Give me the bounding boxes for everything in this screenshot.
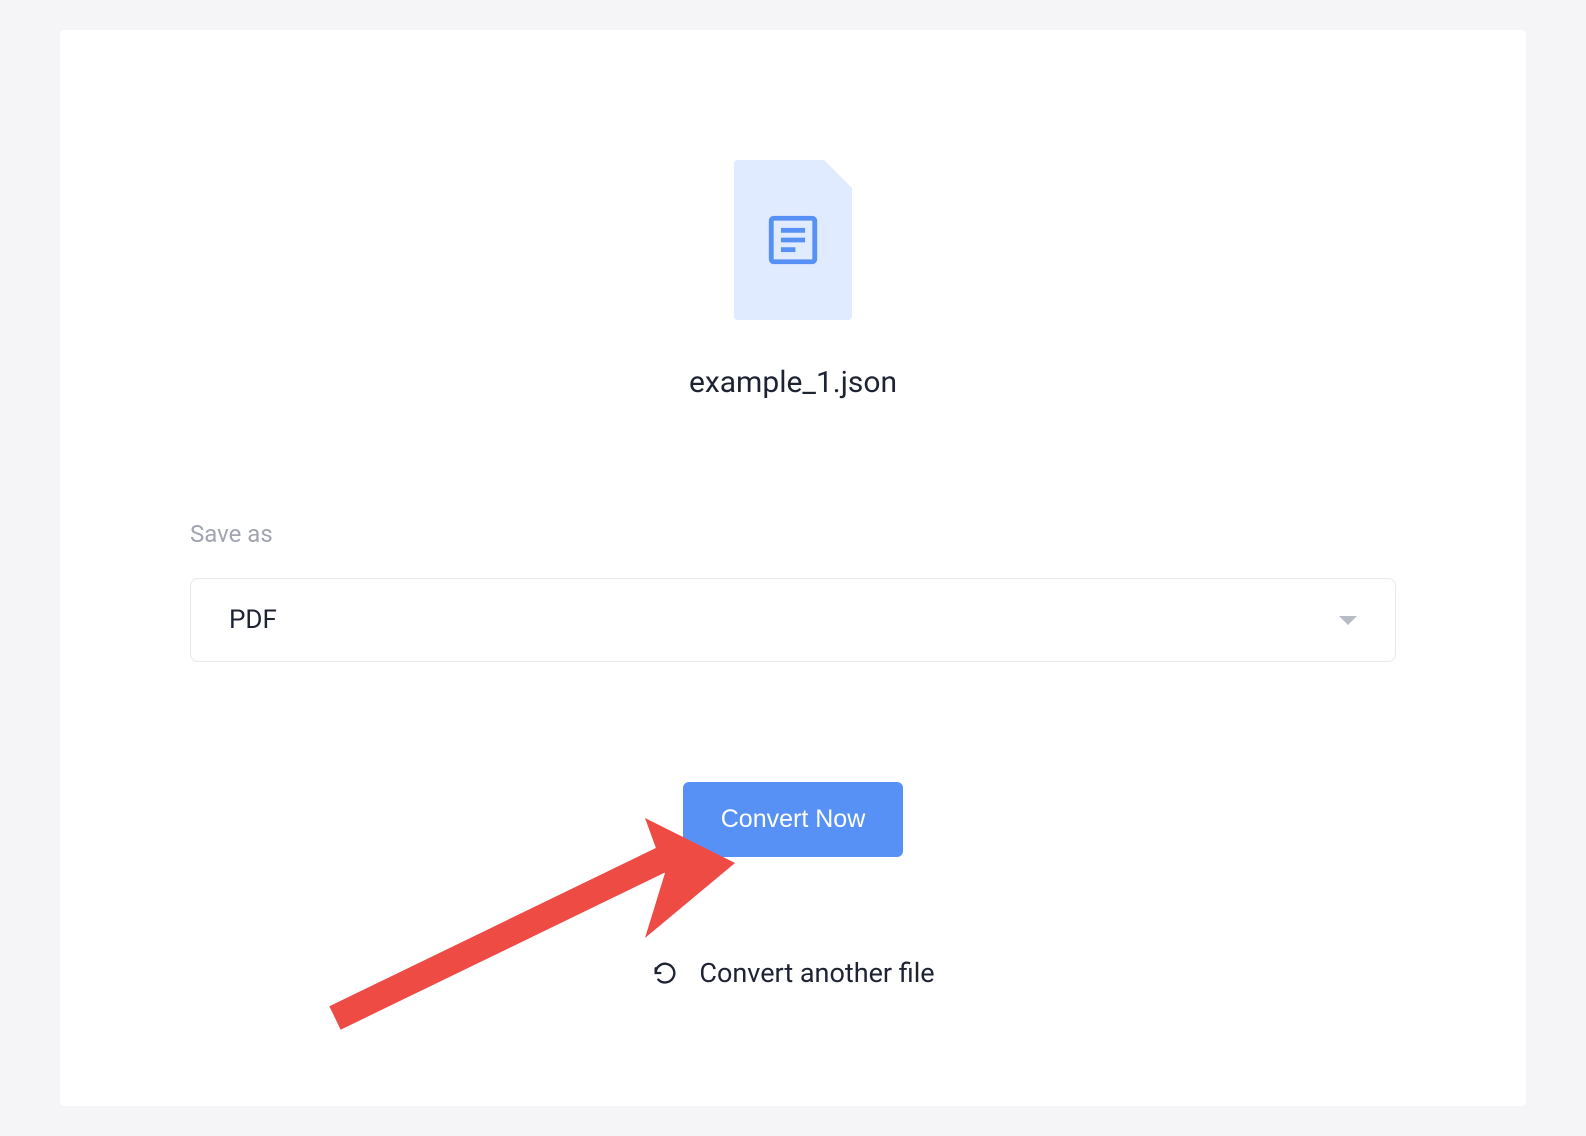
document-icon <box>764 211 822 269</box>
refresh-icon <box>651 959 679 987</box>
converter-card: example_1.json Save as PDF Convert Now C… <box>60 30 1526 1106</box>
chevron-down-icon <box>1339 616 1357 625</box>
convert-another-link[interactable]: Convert another file <box>651 957 934 989</box>
file-icon <box>734 160 852 320</box>
save-as-group: Save as PDF <box>190 520 1396 782</box>
save-as-label: Save as <box>190 520 1396 548</box>
convert-now-button[interactable]: Convert Now <box>683 782 904 857</box>
format-selected-value: PDF <box>229 605 277 635</box>
filename-label: example_1.json <box>689 365 897 400</box>
format-select[interactable]: PDF <box>190 578 1396 662</box>
arrow-annotation <box>315 818 745 1048</box>
convert-another-label: Convert another file <box>699 957 934 989</box>
